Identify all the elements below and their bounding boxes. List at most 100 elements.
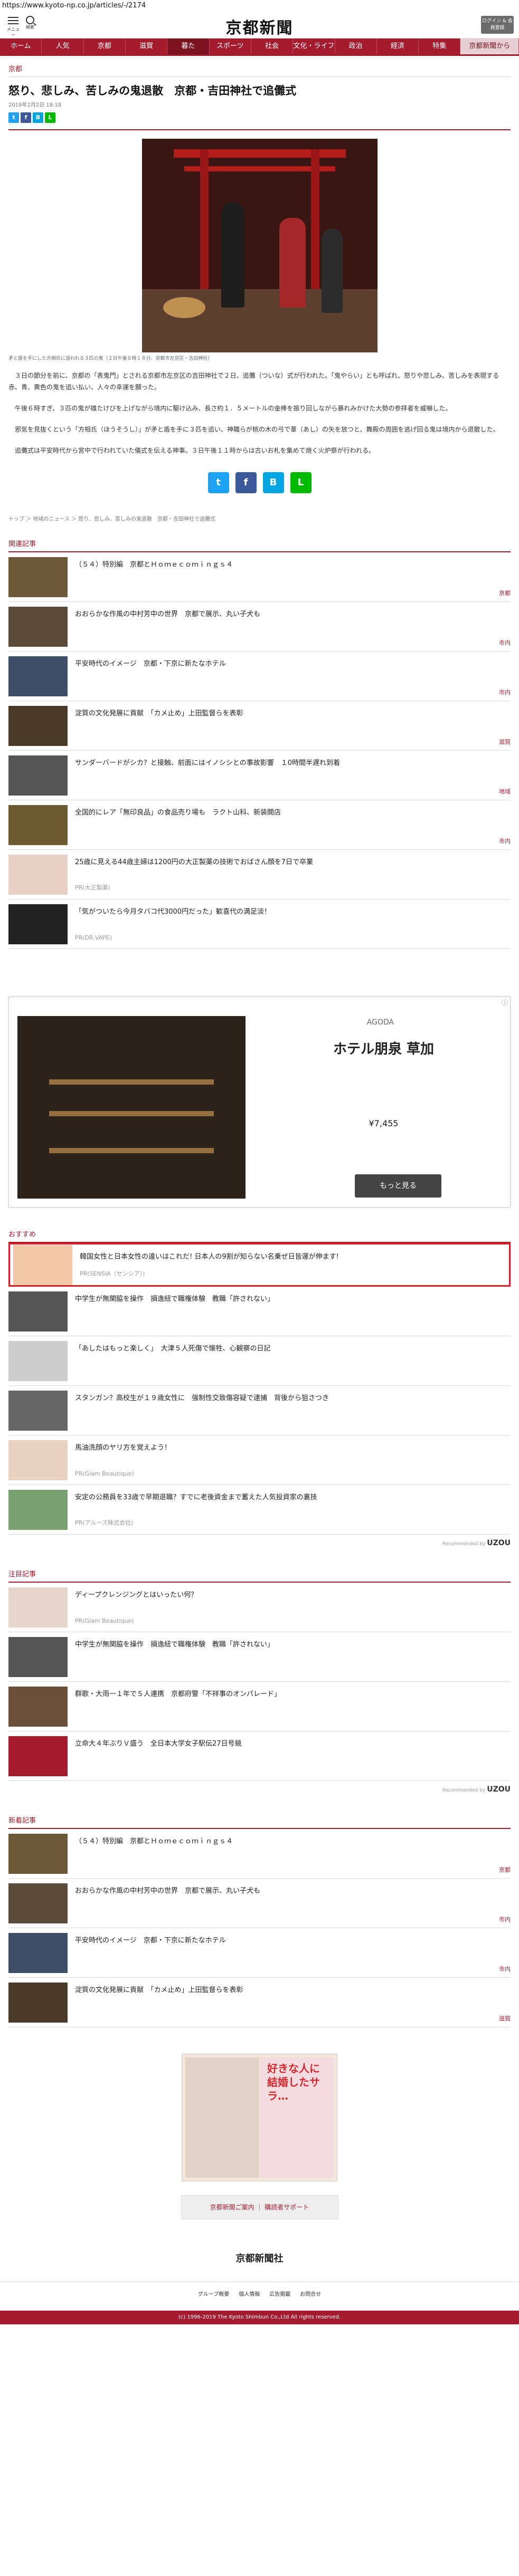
footer-info-button[interactable]: 京都新聞ご案内 ｜ 購読者サポート (181, 2195, 338, 2219)
item-title[interactable]: 平安時代のイメージ 京都・下京に新たなホテル (75, 1935, 226, 1945)
nav-item[interactable]: 社会 (251, 39, 294, 54)
item-category[interactable]: 市内 (499, 837, 511, 845)
thumbnail[interactable] (8, 1340, 68, 1381)
list-item[interactable]: 全国的にレア「無印良品」の食品売り場も ラクト山科、新装開店市内 (8, 800, 511, 850)
item-title[interactable]: おおらかな作風の中村芳中の世界 京都で展示、丸い子犬も (75, 608, 260, 618)
item-title[interactable]: 「気がついたら今月タバコ代3000円だった」歓喜代の満足淡！ (75, 906, 271, 916)
manga-ad[interactable]: 好きな人に結婚したサラ… (182, 2054, 337, 2181)
item-category[interactable]: 市内 (499, 638, 511, 647)
list-item[interactable]: 平安時代のイメージ 京都・下京に新たなホテル 市内 (8, 1928, 511, 1978)
hatena-share-icon[interactable]: B (33, 112, 43, 123)
thumbnail[interactable] (8, 1440, 68, 1480)
item-category[interactable]: 市内 (499, 1915, 511, 1923)
nav-item[interactable]: ホーム (0, 39, 42, 54)
list-item[interactable]: 「気がついたら今月タバコ代3000円だった」歓喜代の満足淡！ PR(DR.VAPE… (8, 899, 511, 949)
item-title[interactable]: 群歌・大雨一１年で５人連携 京都府警「不祥事のオンパレード」 (75, 1688, 281, 1698)
thumbnail[interactable] (8, 1686, 68, 1727)
line-share-icon[interactable]: L (45, 112, 55, 123)
item-title[interactable]: おおらかな作風の中村芳中の世界 京都で展示、丸い子犬も (75, 1885, 260, 1895)
nav-item[interactable]: 京都新聞から (460, 39, 519, 54)
thumbnail[interactable] (13, 1244, 72, 1285)
list-item[interactable]: スタンガン？高校生が１９歳女性に 強制性交致傷容疑で逮捕 背後から狙さつき (8, 1386, 511, 1435)
thumbnail[interactable] (8, 805, 68, 845)
item-title[interactable]: 淀質の文化発展に貢献 「カメ止め」上田監督らを表彰 (75, 707, 243, 717)
item-title[interactable]: 淀質の文化発展に貢献 「カメ止め」上田監督らを表彰 (75, 1984, 243, 1994)
thumbnail[interactable] (8, 1291, 68, 1332)
thumbnail[interactable] (8, 1982, 68, 2023)
article-photo[interactable] (141, 139, 378, 352)
thumbnail[interactable] (8, 1883, 68, 1923)
list-item[interactable]: 平安時代のイメージ 京都・下京に新たなホテル市内 (8, 652, 511, 701)
ad-more-button[interactable]: もっと見る (355, 1174, 441, 1198)
footer-link[interactable]: 個人情報 (239, 2290, 260, 2311)
account-button[interactable]: ログイン & 会員登録 (481, 16, 514, 34)
nav-item[interactable]: 人気 (42, 39, 84, 54)
item-title[interactable]: 中学生が無関脇を操作 損逸紐で職権体験 教職「許されない」 (75, 1293, 274, 1303)
list-item[interactable]: ディープクレンジングとはいったい何？ PR(Glam Beautique) (8, 1583, 511, 1632)
thumbnail[interactable] (8, 656, 68, 696)
item-title[interactable]: 韓国女性と日本女性の違いはこれだ! 日本人の9割が知らない名乗ぜ日皆運が伸ます! (80, 1251, 339, 1261)
thumbnail[interactable] (8, 1587, 68, 1627)
item-title[interactable]: 中学生が無関脇を操作 損逸紐で職権体験 教職「許されない」 (75, 1639, 274, 1649)
thumbnail[interactable] (8, 1636, 68, 1677)
list-item[interactable]: おおらかな作風の中村芳中の世界 京都で展示、丸い子犬も市内 (8, 1879, 511, 1928)
thumbnail[interactable] (8, 1390, 68, 1431)
thumbnail[interactable] (8, 606, 68, 647)
site-logo[interactable]: 京都新聞 (0, 15, 519, 38)
thumbnail[interactable] (8, 1736, 68, 1776)
nav-item[interactable]: 文化・ライフ (293, 39, 335, 54)
footer-link[interactable]: グループ概要 (198, 2290, 229, 2311)
nav-item[interactable]: 特集 (419, 39, 461, 54)
nav-item[interactable]: 滋賀 (126, 39, 168, 54)
item-category[interactable]: 京都 (499, 589, 511, 597)
facebook-share-icon[interactable]: f (235, 472, 257, 493)
list-item[interactable]: 淀質の文化発展に貢献 「カメ止め」上田監督らを表彰滋賀 (8, 1978, 511, 2027)
nav-item[interactable]: スポーツ (210, 39, 251, 54)
item-title[interactable]: 25歳に見える44歳主婦は1200円の大正製薬の技術でおばさん顔を7日で卒業 (75, 856, 313, 866)
ad-close-icon[interactable]: ⓘ (502, 998, 508, 1007)
hotel-ad[interactable]: ⓘ AGODA ホテル朋泉 草加 ¥7,455 もっと見る (8, 997, 511, 1208)
facebook-share-icon[interactable]: f (21, 112, 31, 123)
item-category[interactable]: 京都 (499, 1865, 511, 1874)
thumbnail[interactable] (8, 705, 68, 746)
item-category[interactable]: 滋賀 (499, 738, 511, 746)
thumbnail[interactable] (8, 1489, 68, 1530)
thumbnail[interactable] (8, 557, 68, 597)
url-bar[interactable]: https://www.kyoto-np.co.jp/articles/-/21… (0, 0, 519, 12)
thumbnail[interactable] (8, 1932, 68, 1973)
item-category[interactable]: 滋賀 (499, 2014, 511, 2023)
item-title[interactable]: 安定の公務員を33歳で早期退職？すでに老後資金まで蓄えた人気投資家の裏技 (75, 1491, 317, 1501)
item-title[interactable]: （５４）特別編 京都とＨｏｍｅｃｏｍｉｎｇｓ４ (75, 1835, 233, 1845)
footer-link[interactable]: お問合せ (300, 2290, 321, 2311)
list-item[interactable]: 馬油洗顔のヤリ方を覚えよう！ PR(Glam Beautique) (8, 1435, 511, 1485)
item-category[interactable]: 地域 (499, 787, 511, 796)
item-title[interactable]: スタンガン？高校生が１９歳女性に 強制性交致傷容疑で逮捕 背後から狙さつき (75, 1392, 329, 1402)
item-title[interactable]: 馬油洗顔のヤリ方を覚えよう！ (75, 1442, 171, 1452)
twitter-share-icon[interactable]: t (8, 112, 19, 123)
item-title[interactable]: 全国的にレア「無印良品」の食品売り場も ラクト山科、新装開店 (75, 807, 281, 817)
thumbnail[interactable] (8, 755, 68, 796)
thumbnail[interactable] (8, 854, 68, 895)
nav-item[interactable]: 暮た (167, 39, 210, 54)
list-item[interactable]: 立命大４年ぶりＶ盛う 全日本大学女子駅伝27日号競 (8, 1731, 511, 1781)
list-item[interactable]: 「あしたはもっと楽しく」 大津５人死傷で懐牲、心観察の日記 (8, 1336, 511, 1386)
section-label[interactable]: 京都 (8, 56, 511, 77)
list-item[interactable]: 安定の公務員を33歳で早期退職？すでに老後資金まで蓄えた人気投資家の裏技 PR(ア… (8, 1485, 511, 1535)
nav-item[interactable]: 政治 (335, 39, 377, 54)
thumbnail[interactable] (8, 904, 68, 944)
ad-title[interactable]: ホテル朋泉 草加 (257, 1038, 510, 1058)
list-item[interactable]: おおらかな作風の中村芳中の世界 京都で展示、丸い子犬も市内 (8, 602, 511, 652)
hotel-ad-image[interactable] (17, 1016, 246, 1199)
list-item[interactable]: （５４）特別編 京都とＨｏｍｅｃｏｍｉｎｇｓ４ 京都 (8, 552, 511, 602)
item-title[interactable]: 「あしたはもっと楽しく」 大津５人死傷で懐牲、心観察の日記 (75, 1343, 271, 1353)
item-category[interactable]: 市内 (499, 688, 511, 696)
nav-item[interactable]: 経済 (377, 39, 419, 54)
list-item[interactable]: （５４）特別編 京都とＨｏｍｅｃｏｍｉｎｇｓ４ 京都 (8, 1829, 511, 1879)
line-share-icon[interactable]: L (290, 472, 312, 493)
item-title[interactable]: 平安時代のイメージ 京都・下京に新たなホテル (75, 658, 226, 668)
twitter-share-icon[interactable]: t (207, 472, 229, 493)
footer-link[interactable]: 広告掲載 (269, 2290, 290, 2311)
footer-logo[interactable]: 京都新聞社 (0, 2251, 519, 2265)
item-title[interactable]: サンダーバードがシカ？と接触、前面にはイノシシとの事故影響 １0時間半遅れ到着 (75, 757, 340, 767)
list-item[interactable]: 中学生が無関脇を操作 損逸紐で職権体験 教職「許されない」 (8, 1632, 511, 1682)
